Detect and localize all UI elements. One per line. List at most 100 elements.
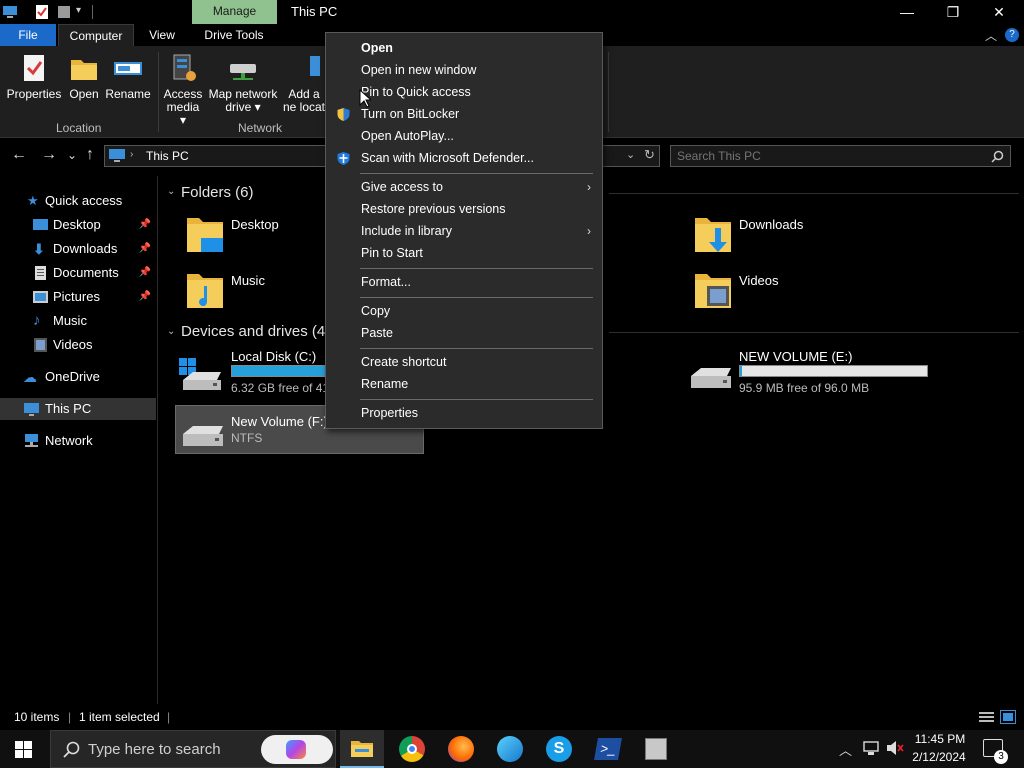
- taskbar-app-file-explorer[interactable]: [340, 730, 384, 768]
- navpane-item-quick-access[interactable]: ★ Quick access: [0, 190, 156, 212]
- navpane-item-desktop[interactable]: Desktop 📌: [0, 214, 156, 236]
- tab-view[interactable]: View: [138, 24, 186, 46]
- drive-tile-e[interactable]: NEW VOLUME (E:) 95.9 MB free of 96.0 MB: [687, 346, 987, 396]
- menu-item-format[interactable]: Format...: [327, 271, 601, 293]
- folder-label: Downloads: [739, 217, 804, 232]
- menu-item-open-new-window[interactable]: Open in new window: [327, 59, 601, 81]
- add-network-location-button[interactable]: Add a ne locat: [282, 52, 326, 114]
- ribbon-separator: [158, 52, 159, 132]
- tab-file[interactable]: File: [0, 24, 56, 46]
- menu-item-create-shortcut[interactable]: Create shortcut: [327, 351, 601, 373]
- rename-button[interactable]: Rename: [104, 52, 152, 101]
- access-media-button[interactable]: Access media ▾: [162, 52, 204, 127]
- map-network-drive-button[interactable]: Map network drive ▾: [208, 52, 278, 114]
- show-hidden-icons[interactable]: ︿: [839, 740, 852, 759]
- new-folder-quick-icon[interactable]: [56, 4, 72, 20]
- drive-usage-fill: [232, 366, 327, 376]
- tab-computer[interactable]: Computer: [58, 24, 134, 46]
- drive-filesystem: NTFS: [231, 431, 263, 445]
- skype-icon[interactable]: S: [546, 736, 572, 762]
- windows-start-icon[interactable]: [15, 741, 32, 758]
- menu-item-open[interactable]: Open: [327, 37, 601, 59]
- section-header-devices[interactable]: Devices and drives (4): [181, 323, 330, 340]
- menu-item-give-access[interactable]: Give access to ›: [327, 176, 601, 198]
- search-input[interactable]: [677, 148, 977, 164]
- folder-tile-downloads[interactable]: Downloads: [691, 212, 851, 260]
- navpane-item-downloads[interactable]: ⬇ Downloads 📌: [0, 238, 156, 260]
- manage-contextual-tab[interactable]: Manage: [192, 0, 277, 24]
- navpane-item-network[interactable]: Network: [0, 430, 156, 452]
- taskbar-search-box[interactable]: Type here to search: [50, 730, 336, 768]
- up-button[interactable]: ↑: [86, 146, 94, 164]
- back-button[interactable]: ←: [11, 146, 27, 164]
- clock-time[interactable]: 11:45 PM: [913, 732, 967, 746]
- network-drive-icon: [230, 64, 256, 80]
- menu-separator: [360, 297, 593, 298]
- network-icon: [25, 434, 38, 447]
- breadcrumb-chevron-icon[interactable]: ›: [130, 149, 133, 160]
- powershell-icon[interactable]: >_: [594, 738, 622, 760]
- group-label-network: Network: [238, 121, 283, 135]
- folder-label: Music: [231, 273, 265, 288]
- navpane-label: This PC: [45, 401, 92, 416]
- section-divider: [609, 332, 1019, 333]
- folder-tile-desktop[interactable]: Desktop: [183, 212, 333, 260]
- computer-icon[interactable]: [2, 4, 18, 20]
- navpane-item-pictures[interactable]: Pictures 📌: [0, 286, 156, 308]
- folder-desktop-icon: [187, 218, 223, 252]
- folder-tile-music[interactable]: Music: [183, 268, 333, 316]
- menu-item-rename[interactable]: Rename: [327, 373, 601, 395]
- details-view-icon[interactable]: [979, 711, 994, 723]
- navpane-item-onedrive[interactable]: ☁ OneDrive: [0, 366, 156, 388]
- address-dropdown-icon[interactable]: ⌄: [626, 148, 635, 161]
- help-icon[interactable]: ?: [1005, 28, 1019, 42]
- navpane-item-videos[interactable]: Videos: [0, 334, 156, 356]
- menu-item-restore-versions[interactable]: Restore previous versions: [327, 198, 601, 220]
- large-icons-view-icon[interactable]: [1000, 710, 1016, 724]
- refresh-icon[interactable]: ↻: [644, 147, 655, 163]
- properties-button[interactable]: Properties: [6, 52, 62, 101]
- menu-item-paste[interactable]: Paste: [327, 322, 601, 344]
- drive-tile-c[interactable]: Local Disk (C:) 6.32 GB free of 41.: [177, 346, 327, 396]
- search-box[interactable]: [670, 145, 1011, 167]
- network-status-icon[interactable]: [863, 741, 879, 756]
- close-button[interactable]: ✕: [976, 0, 1022, 24]
- forward-button[interactable]: →: [41, 146, 57, 164]
- submenu-arrow-icon: ›: [587, 180, 591, 194]
- menu-item-label: Scan with Microsoft Defender...: [361, 151, 534, 165]
- open-button[interactable]: Open: [64, 52, 104, 101]
- search-icon[interactable]: [991, 150, 1004, 163]
- copilot-button[interactable]: [261, 735, 333, 764]
- drive-manager-icon[interactable]: [645, 738, 667, 760]
- collapse-chevron-icon[interactable]: ⌄: [167, 186, 175, 197]
- menu-item-properties[interactable]: Properties: [327, 402, 601, 424]
- navpane-item-documents[interactable]: Documents 📌: [0, 262, 156, 284]
- collapse-chevron-icon[interactable]: ⌄: [167, 326, 175, 337]
- volume-muted-icon[interactable]: [886, 740, 904, 756]
- customize-quick-access-icon[interactable]: ▾: [76, 5, 81, 16]
- app-wave-icon[interactable]: [497, 736, 523, 762]
- search-icon: [63, 741, 80, 758]
- chrome-icon[interactable]: [399, 736, 425, 762]
- recent-locations-button[interactable]: ⌄: [67, 148, 77, 162]
- menu-item-label: Turn on BitLocker: [361, 107, 460, 121]
- firefox-icon[interactable]: [448, 736, 474, 762]
- navpane-item-music[interactable]: ♪ Music: [0, 310, 156, 332]
- section-header-folders[interactable]: Folders (6): [181, 184, 254, 201]
- menu-item-autoplay[interactable]: Open AutoPlay...: [327, 125, 601, 147]
- menu-item-copy[interactable]: Copy: [327, 300, 601, 322]
- breadcrumb-this-pc[interactable]: This PC: [146, 149, 189, 163]
- properties-quick-icon[interactable]: [34, 4, 50, 20]
- menu-item-pin-start[interactable]: Pin to Start: [327, 242, 601, 264]
- minimize-ribbon-icon[interactable]: ︿: [985, 27, 997, 44]
- minimize-button[interactable]: —: [884, 0, 930, 24]
- menu-item-include-library[interactable]: Include in library ›: [327, 220, 601, 242]
- navpane-label: Videos: [53, 337, 93, 352]
- maximize-button[interactable]: ❐: [930, 0, 976, 24]
- navpane-item-this-pc[interactable]: This PC: [0, 398, 156, 420]
- folder-tile-videos[interactable]: Videos: [691, 268, 851, 316]
- menu-item-defender[interactable]: Scan with Microsoft Defender...: [327, 147, 601, 169]
- clock-date[interactable]: 2/12/2024: [909, 750, 969, 764]
- windows-drive-icon: [179, 358, 221, 390]
- tab-drive-tools[interactable]: Drive Tools: [194, 24, 274, 46]
